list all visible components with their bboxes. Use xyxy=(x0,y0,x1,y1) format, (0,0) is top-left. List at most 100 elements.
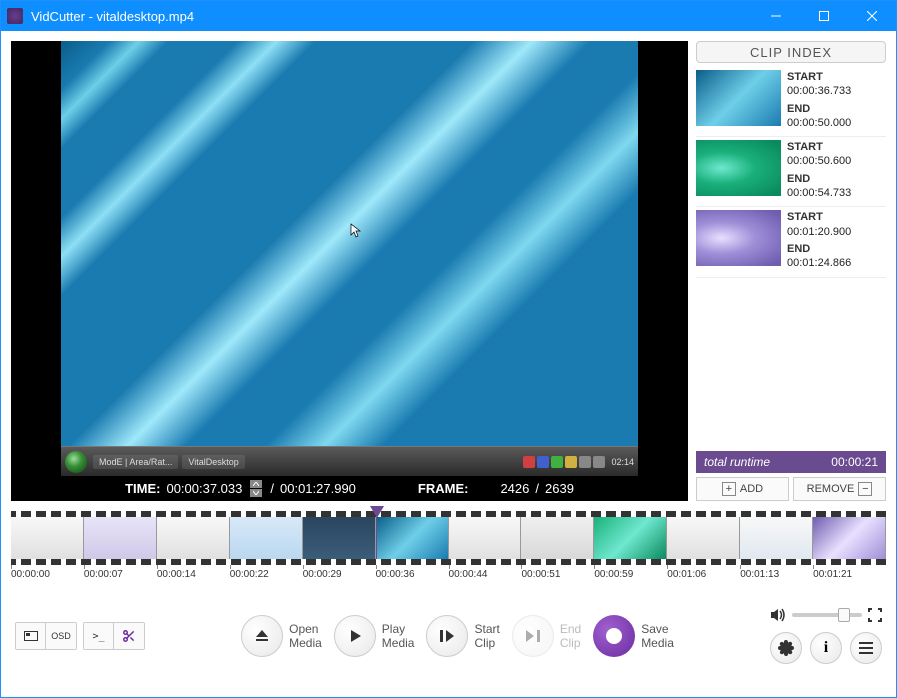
time-mark: 00:01:21 xyxy=(813,569,886,580)
tray-icon xyxy=(551,456,563,468)
start-clip-button[interactable]: StartClip xyxy=(426,615,499,657)
time-mark: 00:00:00 xyxy=(11,569,84,580)
maximize-button[interactable] xyxy=(800,1,848,31)
taskbar-item: VitalDesktop xyxy=(182,455,244,469)
start-label: START xyxy=(787,210,851,224)
time-marks: 00:00:00 00:00:07 00:00:14 00:00:22 00:0… xyxy=(11,569,886,580)
settings-button[interactable] xyxy=(770,632,802,664)
filmstrip[interactable] xyxy=(11,511,886,565)
runtime-label: total runtime xyxy=(704,455,770,469)
window-controls xyxy=(752,1,896,31)
record-icon xyxy=(593,615,635,657)
menu-button[interactable] xyxy=(850,632,882,664)
film-frame[interactable] xyxy=(230,517,303,559)
clip-info: START 00:01:20.900 END 00:01:24.866 xyxy=(787,210,851,273)
console-button[interactable]: >_ xyxy=(84,623,114,649)
start-value: 00:00:50.600 xyxy=(787,154,851,168)
content-area: ModE | Area/Rat... VitalDesktop 02:14 xyxy=(1,31,896,697)
thumbnails-button[interactable] xyxy=(16,623,46,649)
clip-index-header: CLIP INDEX xyxy=(696,41,886,63)
clip-list[interactable]: START 00:00:36.733 END 00:00:50.000 STAR… xyxy=(696,67,886,451)
film-frame[interactable] xyxy=(449,517,522,559)
time-mark: 00:01:13 xyxy=(740,569,813,580)
time-spinner[interactable] xyxy=(250,480,262,497)
frame-sep: / xyxy=(535,481,539,496)
clip-thumbnail xyxy=(696,140,781,196)
film-frame[interactable] xyxy=(594,517,667,559)
remove-clip-button[interactable]: REMOVE − xyxy=(793,477,886,501)
film-frame[interactable] xyxy=(376,517,449,559)
main-actions: OpenMedia PlayMedia StartClip EndClip Sa… xyxy=(241,615,674,657)
left-tool-group: OSD xyxy=(15,622,77,650)
eject-icon xyxy=(254,628,270,644)
clip-item[interactable]: START 00:00:36.733 END 00:00:50.000 xyxy=(696,67,886,137)
right-tools: i xyxy=(770,608,882,664)
end-label: END xyxy=(787,242,851,256)
time-mark: 00:00:59 xyxy=(594,569,667,580)
clip-info: START 00:00:50.600 END 00:00:54.733 xyxy=(787,140,851,203)
video-preview[interactable]: ModE | Area/Rat... VitalDesktop 02:14 xyxy=(11,41,688,476)
toolbar: OSD >_ OpenMedia Play xyxy=(11,608,886,664)
spin-up-icon[interactable] xyxy=(250,480,262,488)
time-mark: 00:00:22 xyxy=(230,569,303,580)
clip-item[interactable]: START 00:01:20.900 END 00:01:24.866 xyxy=(696,207,886,277)
close-button[interactable] xyxy=(848,1,896,31)
film-frame[interactable] xyxy=(303,517,376,559)
clip-item[interactable]: START 00:00:50.600 END 00:00:54.733 xyxy=(696,137,886,207)
total-time: 00:01:27.990 xyxy=(280,481,356,496)
osd-button[interactable]: OSD xyxy=(46,623,76,649)
film-frame[interactable] xyxy=(667,517,740,559)
video-info-bar: TIME: 00:00:37.033 / 00:01:27.990 FRAME:… xyxy=(11,476,688,501)
end-value: 00:01:24.866 xyxy=(787,256,851,270)
thumbnails-icon xyxy=(24,631,38,641)
minimize-button[interactable] xyxy=(752,1,800,31)
current-frame: 2426 xyxy=(500,481,529,496)
gear-icon xyxy=(778,640,794,656)
film-frame[interactable] xyxy=(521,517,594,559)
left-tool-group-2: >_ xyxy=(83,622,145,650)
add-remove-bar: + ADD REMOVE − xyxy=(696,477,886,501)
titlebar[interactable]: VidCutter - vitaldesktop.mp4 xyxy=(1,1,896,31)
playhead-icon[interactable] xyxy=(370,505,384,517)
frame-label: FRAME: xyxy=(418,481,469,496)
volume-slider[interactable] xyxy=(792,613,862,617)
taskbar-item: ModE | Area/Rat... xyxy=(93,455,178,469)
playhead-line xyxy=(376,517,377,559)
film-frame[interactable] xyxy=(157,517,230,559)
clip-thumbnail xyxy=(696,210,781,266)
timeline-area: 00:00:00 00:00:07 00:00:14 00:00:22 00:0… xyxy=(11,511,886,580)
end-clip-button[interactable]: EndClip xyxy=(512,615,581,657)
tray-icon xyxy=(565,456,577,468)
play-media-button[interactable]: PlayMedia xyxy=(334,615,415,657)
add-clip-button[interactable]: + ADD xyxy=(696,477,789,501)
play-icon xyxy=(347,628,363,644)
fullscreen-button[interactable] xyxy=(868,608,882,622)
film-frame[interactable] xyxy=(740,517,813,559)
save-media-button[interactable]: SaveMedia xyxy=(593,615,674,657)
time-sep: / xyxy=(270,481,274,496)
spin-down-icon[interactable] xyxy=(250,489,262,497)
time-mark: 00:00:36 xyxy=(376,569,449,580)
minimize-icon xyxy=(771,11,781,21)
tray-clock: 02:14 xyxy=(611,457,634,467)
console-icon: >_ xyxy=(92,631,104,642)
total-frames: 2639 xyxy=(545,481,574,496)
time-mark: 00:00:07 xyxy=(84,569,157,580)
film-frame[interactable] xyxy=(813,517,886,559)
video-area: ModE | Area/Rat... VitalDesktop 02:14 xyxy=(11,41,688,501)
info-icon: i xyxy=(824,639,828,657)
volume-row xyxy=(770,608,882,622)
volume-icon[interactable] xyxy=(770,608,786,622)
volume-knob[interactable] xyxy=(838,608,850,622)
info-button[interactable]: i xyxy=(810,632,842,664)
open-media-button[interactable]: OpenMedia xyxy=(241,615,322,657)
film-frame[interactable] xyxy=(84,517,157,559)
upper-panel: ModE | Area/Rat... VitalDesktop 02:14 xyxy=(11,41,886,501)
scissors-icon xyxy=(122,629,136,643)
tray-icon xyxy=(579,456,591,468)
cut-button[interactable] xyxy=(114,623,144,649)
start-value: 00:01:20.900 xyxy=(787,225,851,239)
end-label: END xyxy=(787,172,851,186)
window-title: VidCutter - vitaldesktop.mp4 xyxy=(31,9,752,24)
film-frame[interactable] xyxy=(11,517,84,559)
